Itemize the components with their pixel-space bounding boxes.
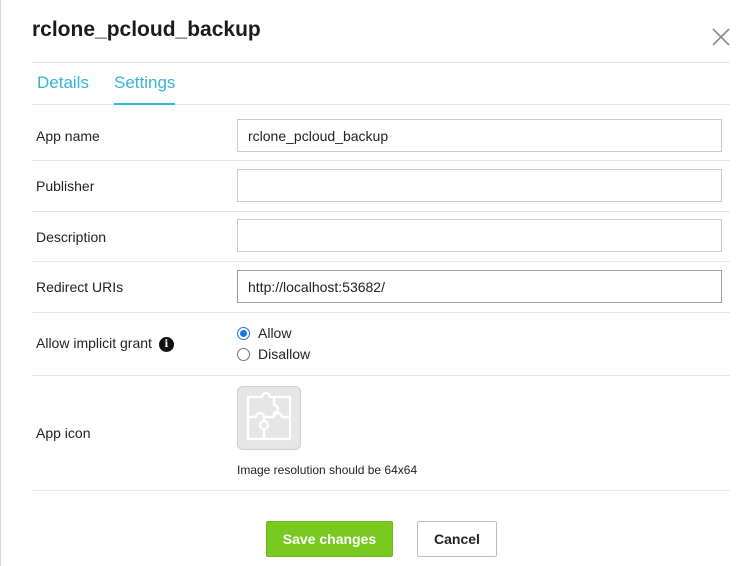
app-icon-label: App icon [36,425,91,441]
save-changes-button[interactable]: Save changes [266,521,393,557]
radio-allow-button[interactable] [237,326,250,340]
publisher-input[interactable] [237,169,722,202]
description-row: Description [32,212,730,262]
app-icon-upload[interactable] [237,386,301,450]
app-name-label: App name [36,128,100,144]
publisher-label: Publisher [36,178,95,194]
dialog-left-border [0,0,1,566]
app-icon-row: App icon Image resolution should be 64x6… [32,376,730,491]
publisher-row: Publisher [32,161,730,212]
tab-bar: Details Settings [32,62,730,105]
description-input[interactable] [237,219,722,252]
cancel-button[interactable]: Cancel [417,521,497,557]
puzzle-icon [246,391,292,441]
app-icon-hint: Image resolution should be 64x64 [237,463,418,477]
radio-allow-label: Allow [258,325,292,341]
radio-disallow-label: Disallow [258,346,311,362]
app-name-input[interactable] [237,119,722,152]
redirect-uris-label: Redirect URIs [36,279,124,295]
description-label: Description [36,229,107,245]
implicit-grant-label: Allow implicit grant [36,335,152,351]
close-icon[interactable] [710,26,732,48]
tab-details[interactable]: Details [37,63,89,105]
info-icon[interactable]: i [158,336,174,352]
redirect-uris-row: Redirect URIs [32,262,730,313]
dialog-title: rclone_pcloud_backup [32,18,261,41]
radio-allow[interactable]: Allow [237,325,291,341]
redirect-uris-input[interactable] [237,270,722,303]
tab-settings[interactable]: Settings [114,63,176,105]
radio-disallow[interactable]: Disallow [237,346,310,362]
app-name-row: App name [32,111,730,161]
implicit-grant-label-wrap: Allow implicit grant i [36,335,174,352]
implicit-grant-row: Allow implicit grant i Allow Disallow [32,313,730,376]
radio-disallow-button[interactable] [237,347,250,361]
